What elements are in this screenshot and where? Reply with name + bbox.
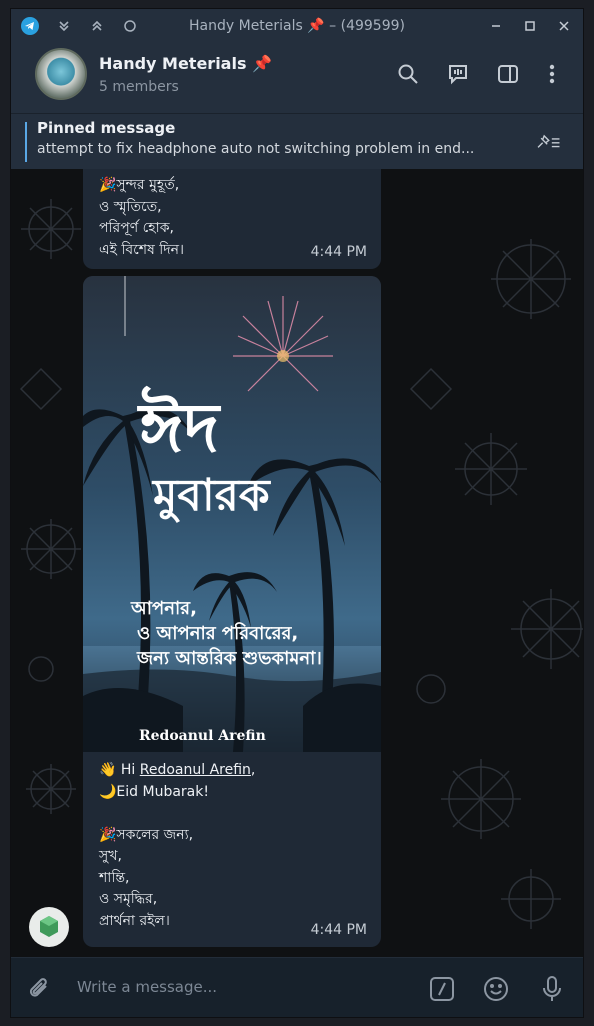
message-line: সুখ, <box>99 848 122 864</box>
sender-avatar-icon <box>40 916 58 937</box>
photo-wish-line: জন্য আন্তরিক শুভকামনা। <box>137 648 322 669</box>
chat-header: Handy Meterials 📌 5 members <box>11 43 583 113</box>
message-text: 🎉সুন্দর মুহূর্ত, ও স্মৃতিতে, পরিপূর্ণ হো… <box>99 175 184 261</box>
message-composer: Write a message... <box>11 957 583 1017</box>
message-line: ও সমৃদ্ধির, <box>99 891 158 907</box>
greeting-prefix: 👋 Hi <box>99 762 140 778</box>
unpin-list-icon[interactable] <box>535 129 561 155</box>
message-text: 👋 Hi Redoanul Arefin, 🌙Eid Mubarak! 🎉সকল… <box>99 760 255 932</box>
chat-title[interactable]: Handy Meterials 📌 <box>99 54 272 73</box>
message-line: পরিপূর্ণ হোক, <box>99 220 174 236</box>
minimize-icon[interactable] <box>485 15 507 37</box>
more-vertical-icon[interactable] <box>539 61 565 87</box>
pinned-label: Pinned message <box>37 119 176 137</box>
bot-command-icon[interactable] <box>427 974 457 1004</box>
message-line: 🎉সুন্দর মুহূর্ত, <box>99 177 180 193</box>
greeting-line: 👋 Hi Redoanul Arefin, <box>99 760 255 782</box>
message-time: 4:44 PM <box>310 243 367 260</box>
photo-wish-line: আপনার, <box>131 598 197 619</box>
microphone-icon[interactable] <box>537 974 567 1004</box>
photo-title-mubarak: মুবারক <box>153 470 270 521</box>
message-line: 🎉সকলের জন্য, <box>99 826 194 843</box>
message-bubble[interactable]: 🎉সুন্দর মুহূর্ত, ও স্মৃতিতে, পরিপূর্ণ হো… <box>83 169 381 269</box>
greeting-suffix: , <box>250 762 256 778</box>
message-line-blank <box>99 803 255 825</box>
pinned-text: attempt to fix headphone auto not switch… <box>37 141 475 157</box>
emoji-icon[interactable] <box>481 974 511 1004</box>
chat-area: 🎉সুন্দর মুহূর্ত, ও স্মৃতিতে, পরিপূর্ণ হো… <box>11 169 583 957</box>
message-line: এই বিশেষ দিন। <box>99 241 184 258</box>
telegram-window: Handy Meterials 📌 – (499599) Handy Meter… <box>10 8 584 1018</box>
voice-chat-icon[interactable] <box>445 61 471 87</box>
message-input[interactable]: Write a message... <box>77 978 217 996</box>
pinned-message-bar[interactable]: Pinned message attempt to fix headphone … <box>11 113 583 170</box>
group-avatar[interactable] <box>35 48 87 100</box>
mention-link[interactable]: Redoanul Arefin <box>140 762 251 778</box>
photo-signature: Redoanul Arefin <box>139 728 266 744</box>
eid-photo[interactable]: ঈদ মুবারক আপনার, ও আপনার পরিবারের, জন্য … <box>83 276 381 752</box>
pinned-accent-bar <box>25 122 27 162</box>
message-line: শান্তি, <box>99 869 130 886</box>
member-count: 5 members <box>99 79 179 95</box>
sidebar-toggle-icon[interactable] <box>495 61 521 87</box>
message-bubble-photo[interactable]: ঈদ মুবারক আপনার, ও আপনার পরিবারের, জন্য … <box>83 276 381 947</box>
photo-title-eid: ঈদ <box>139 389 220 468</box>
sender-avatar[interactable] <box>29 907 69 947</box>
message-line: প্রার্থনা রইল। <box>99 912 170 929</box>
photo-wish-line: ও আপনার পরিবারের, <box>137 623 299 644</box>
message-time: 4:44 PM <box>310 921 367 938</box>
message-line: ও স্মৃতিতে, <box>99 198 162 215</box>
title-bar: Handy Meterials 📌 – (499599) <box>11 9 583 44</box>
attach-icon[interactable] <box>25 974 55 1004</box>
maximize-icon[interactable] <box>519 15 541 37</box>
close-icon[interactable] <box>553 15 575 37</box>
search-icon[interactable] <box>395 61 421 87</box>
message-line: 🌙Eid Mubarak! <box>99 783 209 800</box>
